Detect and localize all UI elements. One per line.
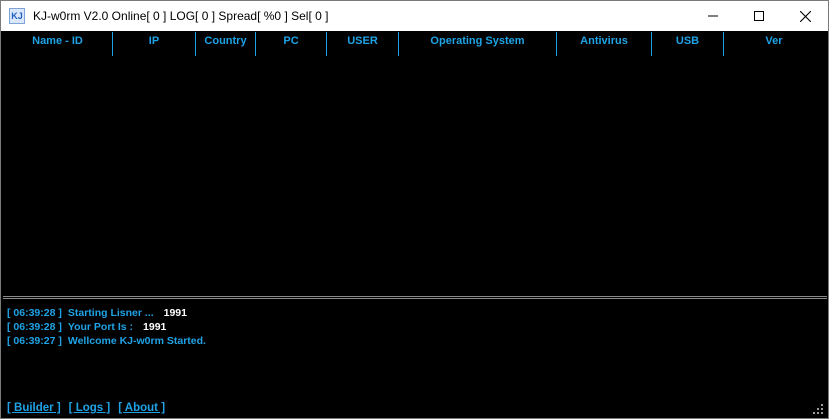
builder-link[interactable]: [ Builder ] [7, 402, 61, 414]
log-value: 1991 [143, 321, 167, 333]
maximize-icon [754, 11, 764, 21]
window-controls [690, 1, 828, 31]
about-link[interactable]: [ About ] [118, 402, 165, 414]
log-value: 1991 [163, 307, 187, 319]
window-title: KJ-w0rm V2.0 Online[ 0 ] LOG[ 0 ] Spread… [33, 9, 329, 23]
logs-link[interactable]: [ Logs ] [69, 402, 111, 414]
log-message: Your Port Is : [67, 321, 134, 333]
minimize-button[interactable] [690, 1, 736, 31]
column-header-antivirus[interactable]: Antivirus [557, 32, 652, 56]
clients-grid[interactable]: Name - ID IP Country PC USER Operating S… [3, 32, 827, 297]
log-entry: [ 06:39:27 ] Wellcome KJ-w0rm Started. [7, 334, 216, 348]
grid-header: Name - ID IP Country PC USER Operating S… [3, 32, 824, 56]
log-panel: [ 06:39:28 ] Starting Lisner ... 1991 [ 06… [3, 298, 827, 418]
minimize-icon [708, 15, 718, 17]
column-header-ip[interactable]: IP [113, 32, 196, 56]
log-time: [ 06:39:28 ] [7, 307, 62, 319]
title-bar[interactable]: KJ KJ-w0rm V2.0 Online[ 0 ] LOG[ 0 ] Spr… [1, 1, 828, 31]
app-icon: KJ [9, 8, 25, 24]
resize-grip-icon[interactable] [813, 404, 824, 415]
log-list: [ 06:39:28 ] Starting Lisner ... 1991 [ 06… [7, 306, 216, 348]
close-icon [799, 10, 811, 22]
log-message: Wellcome KJ-w0rm Started. [67, 335, 206, 347]
maximize-button[interactable] [736, 1, 782, 31]
log-time: [ 06:39:27 ] [7, 335, 62, 347]
column-header-operating-system[interactable]: Operating System [399, 32, 557, 56]
column-header-pc[interactable]: PC [256, 32, 327, 56]
column-header-usb[interactable]: USB [652, 32, 724, 56]
log-message: Starting Lisner ... [67, 307, 154, 319]
log-entry: [ 06:39:28 ] Starting Lisner ... 1991 [7, 306, 216, 320]
log-entry: [ 06:39:28 ] Your Port Is : 1991 [7, 320, 216, 334]
column-header-user[interactable]: USER [327, 32, 399, 56]
log-time: [ 06:39:28 ] [7, 321, 62, 333]
column-header-ver[interactable]: Ver [724, 32, 824, 56]
app-window: KJ KJ-w0rm V2.0 Online[ 0 ] LOG[ 0 ] Spr… [0, 0, 829, 419]
bottom-links: [ Builder ] [ Logs ] [ About ] [7, 402, 165, 414]
close-button[interactable] [782, 1, 828, 31]
column-header-country[interactable]: Country [196, 32, 256, 56]
column-header-name-id[interactable]: Name - ID [3, 32, 113, 56]
